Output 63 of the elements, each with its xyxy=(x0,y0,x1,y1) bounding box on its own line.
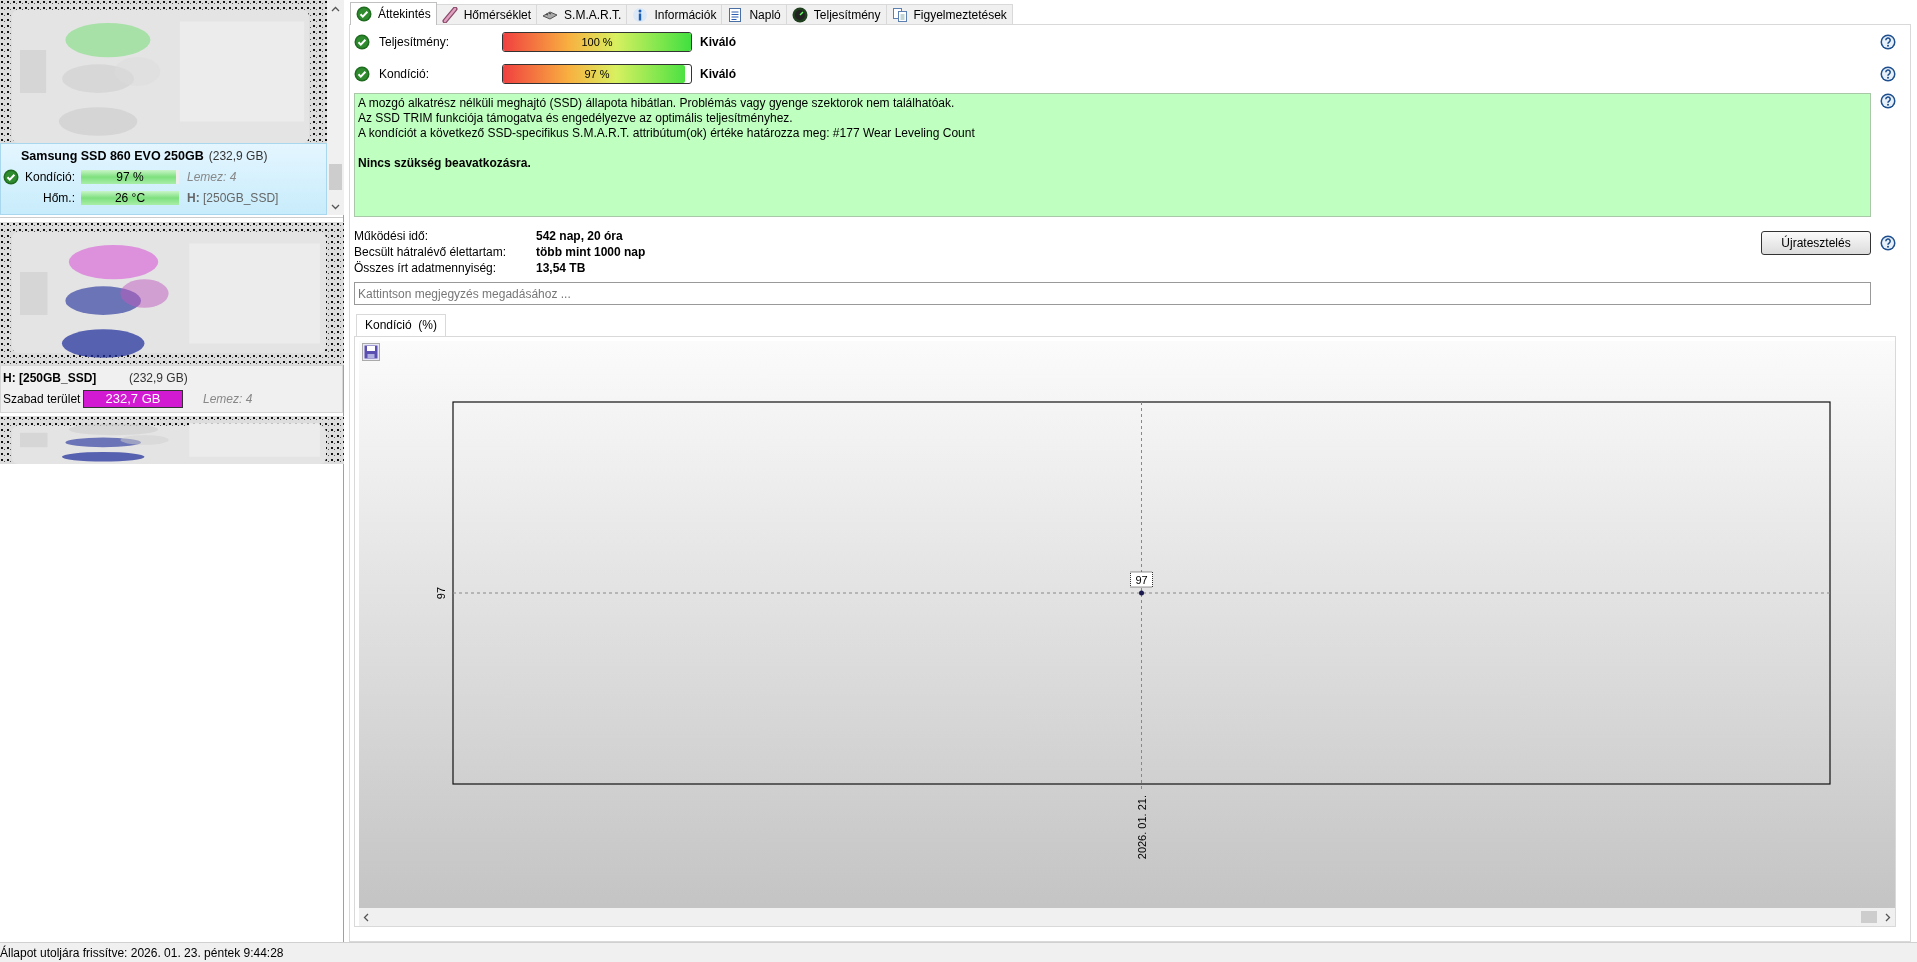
help-icon[interactable] xyxy=(1880,66,1896,82)
help-icon[interactable] xyxy=(1880,235,1896,251)
check-icon xyxy=(3,169,19,185)
check-icon xyxy=(356,6,372,22)
info-value: 542 nap, 20 óra xyxy=(536,229,623,243)
metric-rating: Kiváló xyxy=(700,35,736,49)
scrollbar-thumb[interactable] xyxy=(329,164,342,190)
info-label: Összes írt adatmennyiség: xyxy=(354,261,498,275)
gauge-icon xyxy=(791,6,808,23)
partition-size: (232,9 GB) xyxy=(129,371,188,385)
temperature-value: 26 °C xyxy=(113,191,147,205)
tab[interactable]: Áttekintés xyxy=(350,2,437,25)
info-value: 13,54 TB xyxy=(536,261,586,275)
metric-value: 100 % xyxy=(580,35,614,50)
metric-label: Kondíció: xyxy=(378,67,431,81)
tab[interactable]: Napló xyxy=(721,4,787,24)
partition-name: H: [250GB_SSD] xyxy=(3,371,98,385)
axis-label: 2026. 01. 21. xyxy=(1135,795,1148,860)
scrollbar-thumb[interactable] xyxy=(1861,911,1877,923)
data-label: 97 xyxy=(1130,571,1153,588)
metric-value: 97 % xyxy=(583,67,611,82)
scrollbar[interactable] xyxy=(327,0,344,215)
disk-number: Lemez: 4 xyxy=(203,392,253,406)
tab[interactable]: Információk xyxy=(626,4,723,24)
save-icon[interactable] xyxy=(362,343,380,361)
info-label: Működési idő: xyxy=(354,229,430,243)
horizontal-scrollbar[interactable] xyxy=(359,908,1895,926)
info-label: Becsült hátralévő élettartam: xyxy=(354,245,508,259)
retest-button[interactable]: Újratesztelés xyxy=(1761,231,1871,255)
thermometer-icon xyxy=(441,6,458,23)
volume-name: H: [250GB_SSD] xyxy=(187,191,279,205)
copy-icon xyxy=(891,6,908,23)
info-value: több mint 1000 nap xyxy=(536,245,646,259)
axis-label: 97 xyxy=(435,586,447,600)
data-point xyxy=(1139,590,1144,596)
note-field[interactable]: Kattintson megjegyzés megadásához ... xyxy=(354,282,1871,305)
disk-card[interactable]: Samsung SSD 860 EVO 250GB (232,9 GB) Kondíció: 97 % Lemez: 4 Hőm.: 26 °C H: [250GB_SSD] xyxy=(0,143,327,215)
info-icon xyxy=(632,6,649,23)
scroll-right-icon[interactable] xyxy=(1885,912,1891,922)
tab[interactable]: S.M.A.R.T. xyxy=(536,4,628,24)
check-icon xyxy=(354,66,370,82)
disk-name: Samsung SSD 860 EVO 250GB xyxy=(21,149,204,163)
disk-size: (232,9 GB) xyxy=(208,149,268,163)
metric-label: Teljesítmény: xyxy=(378,35,451,49)
tab[interactable]: Hőmérséklet xyxy=(435,4,538,24)
status-text: Állapot utoljára frissítve: 2026. 01. 23. péntek 9:44:28 xyxy=(0,945,284,960)
tab[interactable]: Teljesítmény xyxy=(785,4,887,24)
help-icon[interactable] xyxy=(1880,93,1896,109)
condition-label: Kondíció: xyxy=(23,170,76,184)
temperature-label: Hőm.: xyxy=(42,191,76,205)
metric-rating: Kiváló xyxy=(700,67,736,81)
tab[interactable]: Figyelmeztetések xyxy=(885,4,1013,24)
document-icon xyxy=(727,6,744,23)
scroll-left-icon[interactable] xyxy=(363,912,369,922)
chart-tab[interactable]: Kondíció (%) xyxy=(356,314,447,336)
help-icon[interactable] xyxy=(1880,34,1896,50)
disk-number: Lemez: 4 xyxy=(187,170,237,184)
free-space-label: Szabad terület xyxy=(3,392,82,406)
status-message: A mozgó alkatrész nélküli meghajtó (SSD) állapota hibátlan. Problémás vagy gyenge szektorok nem találhatóak. Az SSD TRIM funkciója támogatva és engedélyezve az optimális teljesítményhez. A kondíciót a következő SSD-specifikus S.M.A.R.T. attribútum(ok) értéke határozza meg: #177 Wear Leveling Count Nincs szükség beavatkozásra. xyxy=(354,93,1871,217)
check-icon xyxy=(354,34,370,50)
free-space-value: 232,7 GB xyxy=(104,391,162,407)
partition-card[interactable]: H: [250GB_SSD] (232,9 GB) Szabad terület 232,7 GB Lemez: 4 xyxy=(0,365,343,413)
condition-value: 97 % xyxy=(115,170,145,184)
